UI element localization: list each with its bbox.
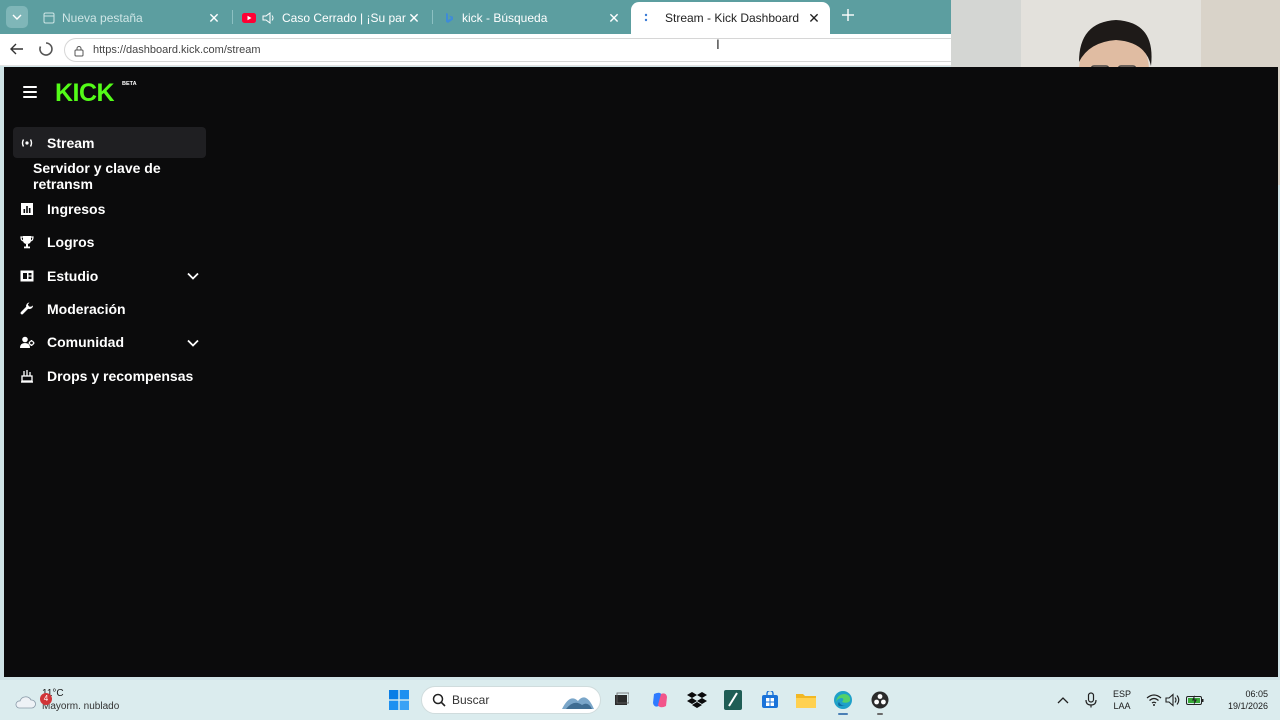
running-app-indicator: [877, 713, 883, 715]
sidebar-item-label: Stream: [47, 134, 95, 151]
chevron-down-icon[interactable]: [186, 336, 200, 350]
sidebar-item-estudio[interactable]: Estudio: [13, 260, 223, 291]
bar-chart-icon: [19, 201, 35, 217]
chevron-down-icon[interactable]: [186, 269, 200, 283]
address-bar[interactable]: https://dashboard.kick.com/stream: [64, 38, 951, 62]
task-view-icon[interactable]: [610, 689, 632, 711]
wrench-icon: [19, 301, 35, 317]
back-button[interactable]: [8, 40, 26, 58]
sidebar-item-label: Servidor y clave de retransm: [33, 159, 161, 192]
search-highlight-icon: [562, 697, 594, 709]
sidebar-item-drops[interactable]: Drops y recompensas: [13, 360, 223, 391]
windows-taskbar: 4 11°C Mayorm. nublado Buscar ESP LAA 06…: [0, 680, 1280, 720]
tab-new-tab[interactable]: Nueva pestaña ✕: [34, 4, 230, 32]
lock-icon[interactable]: [73, 44, 85, 57]
tab-actions-menu-button[interactable]: [6, 6, 28, 28]
file-explorer-icon[interactable]: [795, 689, 817, 711]
language-code: ESP: [1112, 689, 1131, 699]
sidebar-item-logros[interactable]: Logros: [13, 227, 223, 258]
dashboard-header: KICK BETA: [4, 67, 951, 117]
clock[interactable]: 06:05 19/1/2026: [1212, 688, 1268, 712]
sidebar-item-label: Drops y recompensas: [47, 367, 194, 384]
close-icon[interactable]: ✕: [806, 10, 822, 27]
copilot-icon[interactable]: [649, 689, 671, 711]
clock-date: 19/1/2026: [1227, 701, 1268, 711]
cloud-icon: [14, 693, 36, 711]
stop-loading-button[interactable]: [38, 41, 54, 57]
youtube-icon: [242, 11, 256, 25]
chevron-up-icon[interactable]: [1052, 689, 1074, 711]
kick-dashboard-page: KICK BETA Stream Servidor y clave de ret…: [4, 67, 1278, 677]
new-tab-page-icon: [42, 11, 56, 25]
dropbox-icon[interactable]: [686, 689, 708, 711]
browser-toolbar: https://dashboard.kick.com/stream: [0, 34, 951, 66]
tab-separator: [432, 10, 433, 24]
obs-studio-icon[interactable]: [869, 689, 891, 715]
app-tool-icon[interactable]: [722, 689, 744, 711]
hamburger-menu-icon[interactable]: [23, 86, 37, 98]
volume-icon[interactable]: [1162, 689, 1184, 711]
tab-kick-search[interactable]: kick - Búsqueda ✕: [434, 4, 630, 32]
weather-notification-badge: 4: [40, 693, 52, 705]
windows-start-icon[interactable]: [388, 689, 410, 711]
tab-separator: [232, 10, 233, 24]
search-icon: [432, 693, 446, 707]
close-icon[interactable]: ✕: [206, 10, 222, 27]
battery-charging-icon[interactable]: [1184, 689, 1206, 711]
sidebar-item-moderacion[interactable]: Moderación: [13, 293, 223, 324]
tab-kick-dashboard[interactable]: Stream - Kick Dashboard ✕: [631, 2, 830, 34]
browser-tab-bar: Nueva pestaña ✕ Caso Cerrado | ¡Su parej…: [0, 0, 951, 34]
beta-badge: BETA: [122, 81, 137, 87]
sidebar-item-server-key[interactable]: Servidor y clave de retransm: [13, 159, 223, 192]
new-tab-button[interactable]: [838, 6, 858, 26]
tab-title: kick - Búsqueda: [462, 11, 548, 25]
clock-time: 06:05: [1245, 689, 1268, 699]
sidebar-item-comunidad[interactable]: Comunidad: [13, 327, 223, 358]
weather-temperature: 11°C: [42, 688, 64, 699]
active-app-indicator: [838, 713, 848, 715]
trophy-icon: [19, 234, 35, 250]
bing-search-icon: [442, 11, 456, 25]
dashboard-sidebar: Stream Servidor y clave de retransm Ingr…: [13, 127, 223, 393]
address-url[interactable]: https://dashboard.kick.com/stream: [93, 44, 261, 56]
weather-condition: Mayorm. nublado: [42, 701, 120, 712]
arrow-left-icon: [10, 43, 23, 55]
sidebar-item-label: Moderación: [47, 300, 126, 317]
sidebar-item-label: Estudio: [47, 267, 99, 284]
weather-widget[interactable]: 4 11°C Mayorm. nublado: [14, 687, 119, 713]
chevron-down-icon: [12, 14, 22, 20]
sidebar-item-label: Logros: [47, 234, 95, 251]
close-icon[interactable]: ✕: [606, 10, 622, 27]
edge-browser-icon[interactable]: [832, 689, 854, 715]
community-icon: [19, 334, 35, 350]
microsoft-store-icon[interactable]: [759, 689, 781, 711]
taskbar-search[interactable]: Buscar: [421, 686, 601, 714]
gift-icon: [19, 368, 35, 384]
sidebar-item-label: Comunidad: [47, 334, 124, 351]
kick-logo[interactable]: KICK BETA: [55, 79, 139, 107]
search-placeholder: Buscar: [452, 693, 490, 707]
sidebar-item-label: Ingresos: [47, 201, 106, 218]
speaker-icon[interactable]: [262, 11, 276, 25]
microphone-icon[interactable]: [1080, 689, 1102, 711]
sidebar-item-ingresos[interactable]: Ingresos: [13, 194, 223, 225]
keyboard-layout: LAA: [1113, 701, 1131, 711]
loading-spinner-icon: [39, 42, 53, 56]
tab-title: Stream - Kick Dashboard: [665, 11, 800, 25]
tab-title: Caso Cerrado | ¡Su pareja cree: [282, 11, 406, 25]
kick-logo-text: KICK: [55, 79, 115, 105]
tab-caso-cerrado[interactable]: Caso Cerrado | ¡Su pareja cree ✕: [234, 4, 430, 32]
language-indicator[interactable]: ESP LAA: [1110, 688, 1134, 712]
text-cursor-icon: Ⅰ: [716, 37, 720, 52]
broadcast-icon: [19, 135, 35, 151]
sidebar-item-stream[interactable]: Stream: [13, 127, 206, 158]
tab-title: Nueva pestaña: [62, 11, 143, 25]
close-icon[interactable]: ✕: [406, 10, 422, 27]
loading-dots-icon: [639, 11, 653, 25]
plus-icon: [842, 9, 854, 21]
studio-icon: [19, 268, 35, 284]
